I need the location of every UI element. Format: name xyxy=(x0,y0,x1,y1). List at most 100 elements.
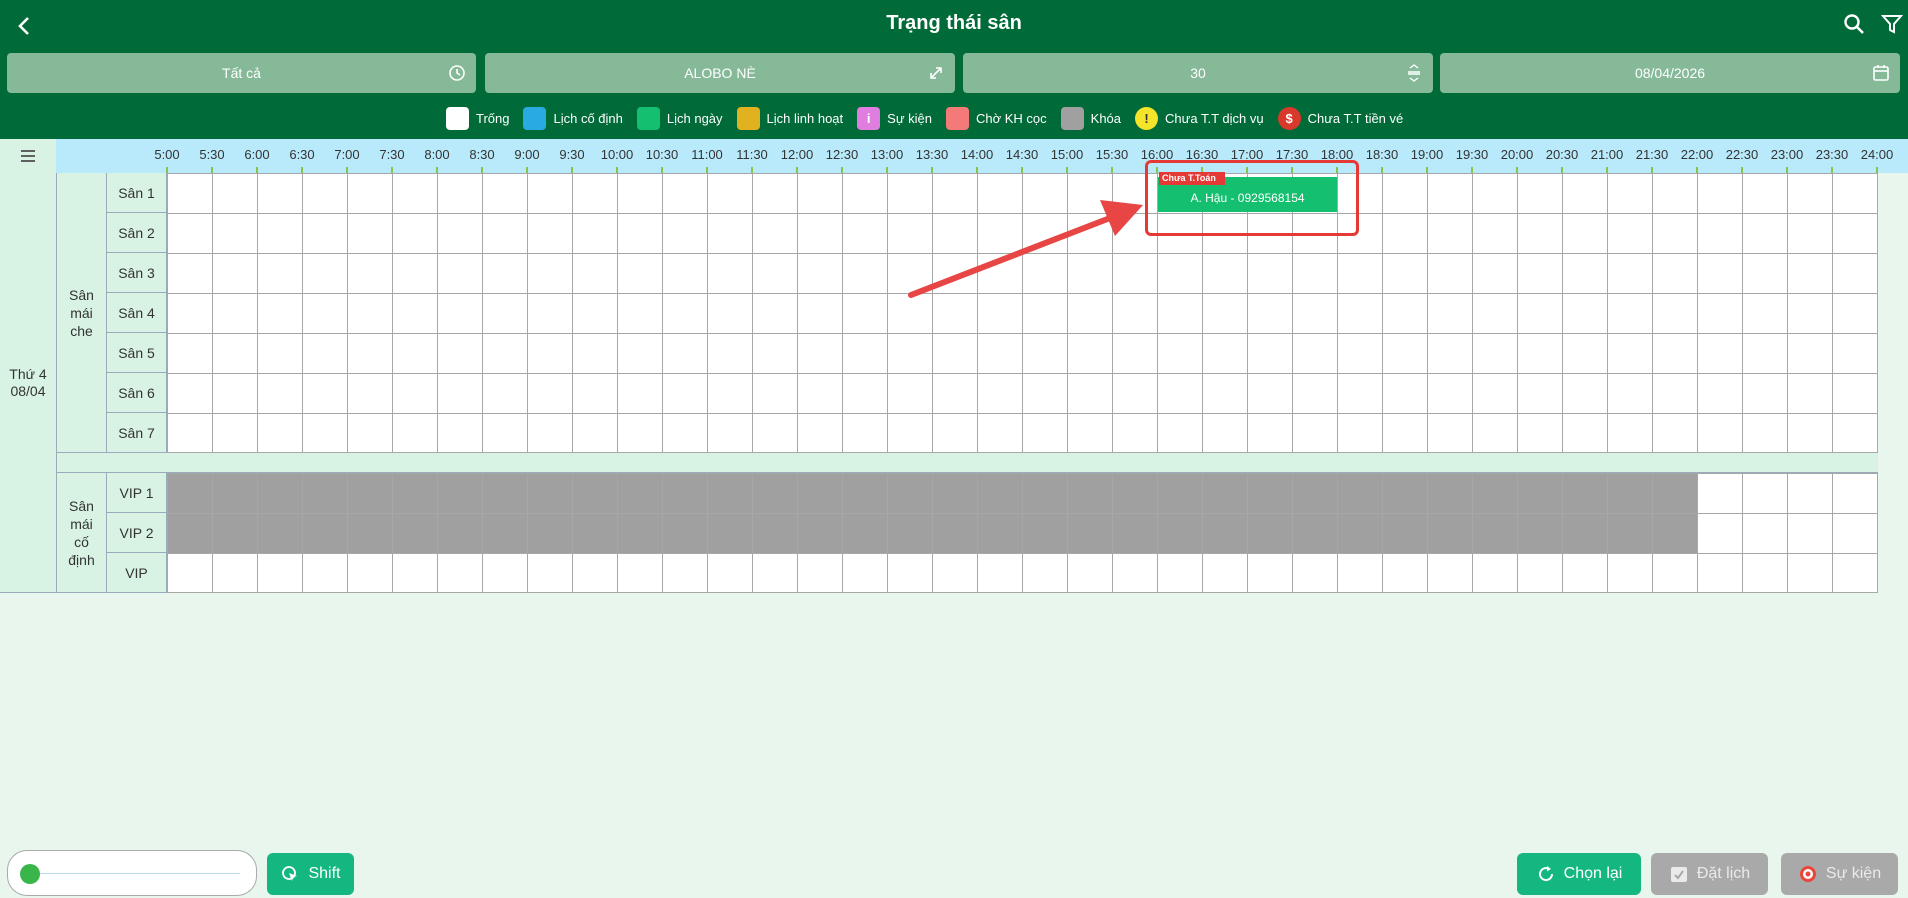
reload-label: Chọn lại xyxy=(1563,865,1623,882)
grid-menu-button[interactable] xyxy=(0,139,56,173)
legend-item: Khóa xyxy=(1060,106,1121,130)
grid-vline xyxy=(1472,173,1473,453)
grid-vline xyxy=(1697,173,1698,453)
legend-label: Trống xyxy=(476,110,510,126)
status-legend: Trống Lịch cố định Lịch ngày Lịch linh hoạt… xyxy=(446,106,1417,130)
swap-icon xyxy=(930,67,942,79)
grid-vline xyxy=(347,173,348,453)
grid-vline xyxy=(1697,473,1698,593)
time-label: 12:00 xyxy=(780,147,814,162)
grid-hline xyxy=(167,452,1878,453)
interval-filter[interactable]: 30 xyxy=(963,53,1433,93)
grid-hline xyxy=(167,333,1878,334)
zoom-knob[interactable] xyxy=(20,864,40,884)
grid-hline xyxy=(167,592,1878,593)
grid-hline xyxy=(167,413,1878,414)
grid-vline xyxy=(482,473,483,593)
grid-vline xyxy=(257,473,258,593)
legend-swatch xyxy=(736,106,760,130)
grid-vline xyxy=(1877,473,1878,593)
time-label: 20:30 xyxy=(1545,147,1579,162)
grid-vline xyxy=(392,473,393,593)
time-label: 19:00 xyxy=(1410,147,1444,162)
grid-vline xyxy=(887,173,888,453)
grid-vline xyxy=(167,173,168,453)
court-group-2: Sân mái cố định xyxy=(57,473,107,593)
book-label: Đặt lịch xyxy=(1696,865,1751,882)
legend-item: Lịch linh hoạt xyxy=(736,106,843,130)
time-label: 11:30 xyxy=(736,147,768,162)
time-label: 9:30 xyxy=(559,147,585,162)
highlight-annotation xyxy=(1145,160,1359,236)
grid-vline xyxy=(1022,173,1023,453)
grid-vline xyxy=(1427,473,1428,593)
legend-label: Chưa T.T dịch vụ xyxy=(1165,110,1264,126)
time-label: 22:30 xyxy=(1725,147,1759,162)
grid-hline xyxy=(167,373,1878,374)
interval-filter-value: 30 xyxy=(1190,65,1206,81)
height-adjust-icon xyxy=(1408,64,1420,82)
grid-vline xyxy=(1112,473,1113,593)
group-1-line-1: Sân xyxy=(69,286,94,303)
grid-vline xyxy=(302,173,303,453)
schedule-grid-group-2[interactable] xyxy=(167,473,1878,593)
grid-vline xyxy=(1337,473,1338,593)
search-button[interactable] xyxy=(1843,13,1869,39)
grid-vline xyxy=(842,473,843,593)
book-button[interactable]: Đặt lịch xyxy=(1651,853,1768,895)
grid-vline xyxy=(437,473,438,593)
court-label-san-1: Sân 1 xyxy=(107,173,167,213)
time-label: 6:30 xyxy=(289,147,315,162)
court-label-san-7: Sân 7 xyxy=(107,413,167,453)
reload-button[interactable]: Chọn lại xyxy=(1517,853,1641,895)
group-1-line-3: che xyxy=(70,322,93,339)
grid-vline xyxy=(932,173,933,453)
day-date: 08/04 xyxy=(10,382,46,399)
venue-filter[interactable]: ALOBO NÈ xyxy=(485,53,955,93)
type-filter[interactable]: Tất cả xyxy=(7,53,476,93)
grid-hline xyxy=(167,473,1878,474)
filter-button[interactable] xyxy=(1880,13,1907,39)
grid-vline xyxy=(302,473,303,593)
grid-vline xyxy=(752,173,753,453)
legend-item: Trống xyxy=(446,106,510,130)
time-label: 15:30 xyxy=(1095,147,1129,162)
legend-item: $ Chưa T.T tiền vé xyxy=(1277,106,1403,130)
time-label: 5:30 xyxy=(199,147,225,162)
legend-swatch xyxy=(1060,106,1084,130)
legend-swatch: ! xyxy=(1135,106,1159,130)
legend-swatch: i xyxy=(857,106,881,130)
grid-hline xyxy=(167,293,1878,294)
grid-vline xyxy=(1517,473,1518,593)
grid-vline xyxy=(1652,473,1653,593)
event-button[interactable]: Sự kiện xyxy=(1781,853,1898,895)
grid-vline xyxy=(1382,173,1383,453)
grid-vline xyxy=(1742,173,1743,453)
grid-vline xyxy=(707,173,708,453)
venue-filter-value: ALOBO NÈ xyxy=(684,65,756,81)
zoom-slider[interactable] xyxy=(7,850,257,896)
legend-label: Lịch cố định xyxy=(553,110,623,126)
time-label: 14:00 xyxy=(960,147,994,162)
grid-hline xyxy=(167,213,1878,214)
grid-vline xyxy=(1067,473,1068,593)
grid-vline xyxy=(617,473,618,593)
grid-vline xyxy=(1517,173,1518,453)
time-label: 7:30 xyxy=(379,147,405,162)
grid-vline xyxy=(1247,473,1248,593)
group-separator xyxy=(57,453,1878,473)
search-icon xyxy=(1844,14,1864,34)
group-2-line-1: Sân xyxy=(69,497,94,514)
legend-swatch xyxy=(946,106,969,130)
court-label-vip: VIP xyxy=(107,553,167,593)
grid-vline xyxy=(1607,173,1608,453)
date-filter[interactable]: 08/04/2026 xyxy=(1440,53,1900,93)
time-label: 8:30 xyxy=(469,147,495,162)
group-2-line-4: định xyxy=(68,551,95,568)
court-group-1: Sân mái che xyxy=(57,173,107,453)
grid-vline xyxy=(1022,473,1023,593)
day-cell: Thứ 4 08/04 xyxy=(0,173,57,593)
shift-button[interactable]: Shift xyxy=(267,853,354,895)
schedule-grid-group-1[interactable] xyxy=(167,173,1878,453)
grid-vline xyxy=(1382,473,1383,593)
